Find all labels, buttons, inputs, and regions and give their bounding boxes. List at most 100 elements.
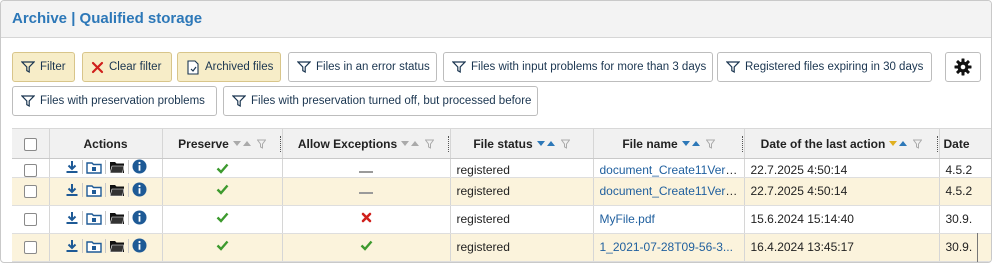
row-checkbox[interactable] (23, 213, 37, 227)
download-icon[interactable] (65, 183, 79, 197)
expiring-filter-button[interactable]: Registered files expiring in 30 days (717, 52, 932, 82)
select-all-checkbox[interactable] (23, 137, 37, 151)
files-table: Actions Preserve Allow Exceptions File s… (12, 128, 991, 262)
folder-icon[interactable] (109, 239, 125, 253)
sort-icon[interactable] (232, 139, 253, 149)
header-last-action-label: Date of the last action (760, 136, 886, 151)
header-file-status[interactable]: File status (449, 128, 593, 159)
table-row[interactable]: registered 1_2021-07-28T09-56-3... 16.4.… (12, 233, 991, 262)
shared-folder-icon[interactable] (85, 160, 102, 174)
file-name-link[interactable]: MyFile.pdf (600, 212, 655, 226)
header-file-name-label: File name (622, 136, 678, 151)
check-icon (216, 163, 228, 174)
folder-icon[interactable] (109, 160, 125, 174)
preserve-cell (161, 233, 282, 262)
file-name-cell[interactable]: document_Create11Vers... (592, 177, 744, 206)
gear-icon (954, 58, 972, 76)
header-allow-exceptions[interactable]: Allow Exceptions (281, 128, 450, 159)
header-actions: Actions (48, 128, 162, 159)
download-icon[interactable] (65, 160, 79, 174)
exceptions-cell (281, 158, 450, 178)
select-all-header (12, 128, 49, 159)
file-name-cell[interactable]: document_Create11Vers... (592, 158, 744, 178)
input-problems-label: Files with input problems for more than … (471, 61, 707, 73)
file-name-cell[interactable]: 1_2021-07-28T09-56-3... (592, 233, 744, 262)
sort-icon[interactable] (401, 139, 421, 149)
preserve-cell (161, 177, 282, 206)
row-checkbox[interactable] (23, 241, 37, 255)
date-cell: 4.5.2 (938, 177, 991, 206)
table-header-row: Actions Preserve Allow Exceptions File s… (12, 128, 991, 159)
row-actions (65, 210, 147, 225)
last-action-cell: 15.6.2024 15:14:40 (743, 205, 939, 234)
sort-icon[interactable] (889, 139, 909, 149)
shared-folder-icon[interactable] (85, 211, 102, 225)
sort-icon[interactable] (536, 139, 557, 149)
info-icon[interactable] (132, 182, 147, 197)
cross-icon (361, 212, 371, 223)
info-icon[interactable] (132, 238, 147, 253)
funnel-icon[interactable] (256, 139, 266, 149)
row-checkbox[interactable] (23, 163, 37, 177)
row-checkbox[interactable] (23, 185, 37, 199)
funnel-icon[interactable] (560, 139, 570, 149)
file-name-cell[interactable]: MyFile.pdf (592, 205, 744, 234)
input-problems-filter-button[interactable]: Files with input problems for more than … (443, 52, 713, 82)
preserve-cell (161, 205, 282, 234)
date-cell: 30.9. (938, 205, 991, 234)
funnel-icon (452, 61, 466, 74)
error-status-filter-button[interactable]: Files in an error status (288, 52, 437, 82)
table-row[interactable]: registered document_Create11Vers... 22.7… (12, 177, 991, 206)
header-date-label: Date (943, 136, 970, 151)
header-file-name[interactable]: File name (592, 128, 744, 159)
funnel-icon (21, 61, 35, 74)
preservation-problems-filter-button[interactable]: Files with preservation problems (12, 86, 217, 116)
download-icon[interactable] (65, 239, 79, 253)
filter-button-label: Filter (40, 61, 66, 73)
file-status-cell: registered (449, 158, 593, 178)
check-icon (216, 212, 228, 223)
table-row[interactable]: registered document_Create11Vers... 22.7… (12, 158, 991, 178)
page-title: Archive | Qualified storage (12, 10, 203, 27)
file-name-link[interactable]: document_Create11Vers... (600, 184, 742, 198)
sort-icon[interactable] (681, 139, 702, 149)
folder-icon[interactable] (109, 211, 125, 225)
file-status-text: registered (456, 162, 510, 177)
shared-folder-icon[interactable] (85, 183, 102, 197)
file-name-link[interactable]: 1_2021-07-28T09-56-3... (600, 240, 733, 254)
header-preserve[interactable]: Preserve (161, 128, 282, 159)
archived-files-button[interactable]: Archived files (177, 52, 281, 82)
header-last-action[interactable]: Date of the last action (743, 128, 939, 159)
date-text: 30.9. (945, 212, 973, 226)
last-action-text: 22.7.2025 4:50:14 (750, 162, 848, 177)
folder-icon[interactable] (109, 183, 125, 197)
funnel-icon (726, 61, 740, 74)
header-date[interactable]: Date (938, 128, 991, 159)
filter-button[interactable]: Filter (12, 52, 75, 82)
header-allow-exceptions-label: Allow Exceptions (297, 136, 398, 151)
file-name-link[interactable]: document_Create11Vers... (600, 163, 742, 177)
download-icon[interactable] (65, 211, 79, 225)
info-icon[interactable] (132, 159, 147, 174)
clear-filter-button[interactable]: Clear filter (82, 52, 172, 82)
shared-folder-icon[interactable] (85, 239, 102, 253)
settings-button[interactable] (945, 52, 981, 82)
funnel-icon[interactable] (705, 139, 715, 149)
preservation-off-label: Files with preservation turned off, but … (251, 95, 532, 107)
scrollbar-indicator[interactable] (977, 233, 978, 262)
funnel-icon[interactable] (425, 139, 435, 149)
funnel-icon[interactable] (913, 139, 923, 149)
table-row[interactable]: registered MyFile.pdf 15.6.2024 15:14:40… (12, 205, 991, 234)
file-status-cell: registered (449, 233, 593, 262)
check-icon (216, 240, 228, 251)
preservation-off-filter-button[interactable]: Files with preservation turned off, but … (223, 86, 538, 116)
info-icon[interactable] (132, 210, 147, 225)
header-preserve-label: Preserve (178, 136, 229, 151)
expiring-label: Registered files expiring in 30 days (745, 61, 924, 73)
date-text: 30.9. (945, 240, 973, 254)
dash-icon (359, 170, 373, 173)
dash-icon (359, 192, 373, 194)
funnel-icon (297, 61, 311, 74)
panel-header: Archive | Qualified storage (1, 1, 991, 38)
header-file-status-label: File status (473, 136, 533, 151)
